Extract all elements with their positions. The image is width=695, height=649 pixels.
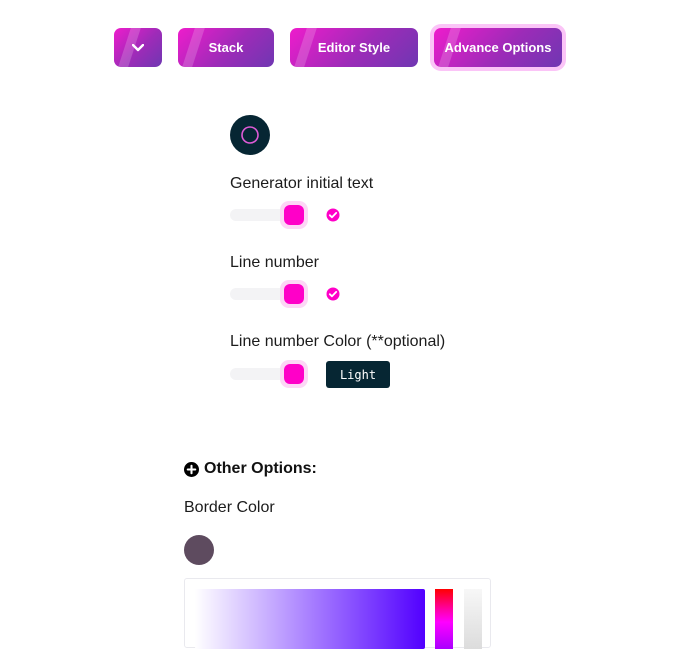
other-options-label: Other Options: <box>204 460 317 477</box>
color-saturation-area[interactable] <box>195 589 425 649</box>
line-number-color-label: Line number Color (**optional) <box>230 333 446 350</box>
plus-circle-icon <box>184 461 199 477</box>
line-number-color-value-button[interactable]: Light <box>326 361 390 388</box>
tab-advance-options[interactable]: Advance Options <box>434 28 562 67</box>
tab-advance-options-label: Advance Options <box>444 40 552 55</box>
theme-icon-button[interactable] <box>230 115 270 155</box>
tab-toggle[interactable] <box>114 28 162 67</box>
chevron-down-icon <box>132 43 144 51</box>
line-number-toggle[interactable] <box>230 279 308 309</box>
toggle-thumb[interactable] <box>280 360 308 388</box>
tab-stack[interactable]: Stack <box>178 28 274 67</box>
other-options-toggle[interactable]: Other Options: <box>184 460 317 478</box>
check-circle-icon <box>326 287 340 301</box>
tab-editor-style[interactable]: Editor Style <box>290 28 418 67</box>
tab-editor-style-label: Editor Style <box>317 40 391 55</box>
color-hue-slider[interactable] <box>435 589 453 649</box>
border-color-swatch[interactable] <box>184 535 214 565</box>
circle-outline-icon <box>241 126 259 144</box>
generator-initial-text-label: Generator initial text <box>230 175 374 192</box>
toggle-thumb[interactable] <box>280 280 308 308</box>
line-number-color-toggle[interactable] <box>230 359 308 389</box>
color-alpha-slider[interactable] <box>464 589 482 649</box>
tab-stack-label: Stack <box>208 40 244 55</box>
generator-initial-text-toggle[interactable] <box>230 200 308 230</box>
color-picker <box>184 578 491 649</box>
toggle-thumb[interactable] <box>280 201 308 229</box>
line-number-label: Line number <box>230 254 319 271</box>
check-circle-icon <box>326 208 340 222</box>
border-color-label: Border Color <box>184 499 275 516</box>
